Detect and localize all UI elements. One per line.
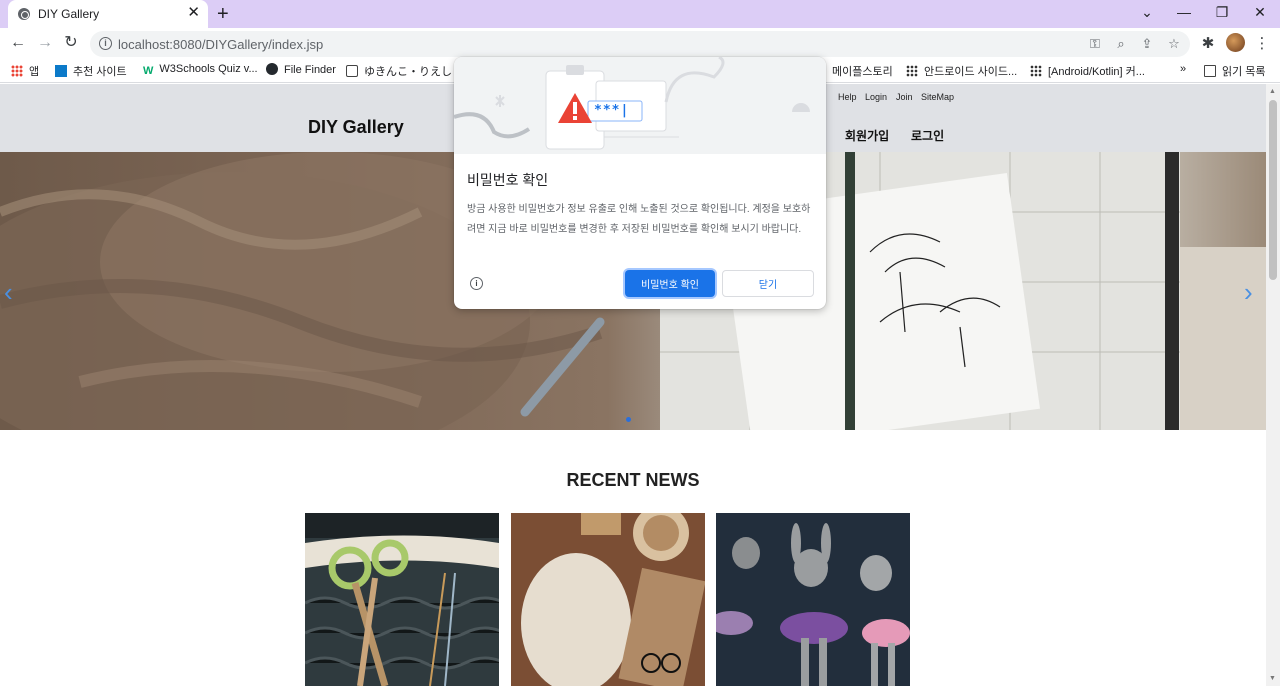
tab-search-icon[interactable]: ⌄ bbox=[1137, 4, 1157, 21]
util-link-help[interactable]: Help bbox=[838, 92, 857, 102]
carousel-next-icon[interactable]: › bbox=[1244, 277, 1253, 308]
page-scrollbar[interactable]: ▲ ▼ bbox=[1266, 84, 1280, 686]
scroll-up-icon[interactable]: ▲ bbox=[1269, 88, 1276, 95]
password-warning-illustration bbox=[454, 57, 810, 150]
zoom-icon[interactable]: ⌕ bbox=[1112, 36, 1130, 52]
news-card[interactable] bbox=[716, 513, 910, 686]
w3schools-icon: W bbox=[143, 65, 154, 77]
carousel-prev-icon[interactable]: ‹ bbox=[4, 277, 13, 308]
scroll-thumb[interactable] bbox=[1269, 100, 1277, 280]
reading-list[interactable]: 읽기 목록 bbox=[1204, 63, 1266, 79]
bookmark-android-kotlin[interactable]: [Android/Kotlin] 커... bbox=[1030, 63, 1145, 79]
github-icon bbox=[266, 63, 278, 75]
tab-close-icon[interactable]: ✕ bbox=[187, 4, 200, 22]
news-image-bunny-dolls bbox=[716, 513, 910, 686]
tv-icon bbox=[346, 65, 358, 77]
close-dialog-button[interactable]: 닫기 bbox=[722, 270, 814, 297]
bookmarks-overflow-button[interactable]: » bbox=[1180, 63, 1186, 75]
bookmark-w3schools[interactable]: W W3Schools Quiz v... bbox=[143, 63, 258, 77]
globe-icon bbox=[18, 8, 30, 20]
check-passwords-button[interactable]: 비밀번호 확인 bbox=[625, 270, 715, 297]
dialog-body: 방금 사용한 비밀번호가 정보 유출로 인해 노출된 것으로 확인됩니다. 계정… bbox=[467, 204, 811, 235]
bookmark-recommended-sites[interactable]: 추천 사이트 bbox=[55, 63, 127, 79]
util-link-login[interactable]: Login bbox=[865, 92, 887, 102]
news-image-knit-sack bbox=[511, 513, 705, 686]
back-icon[interactable]: ← bbox=[8, 34, 28, 52]
password-check-dialog: ***| 비밀번호 확인 방금 사용한 비밀번호가 정보 유출로 인해 노출된 … bbox=[454, 57, 826, 309]
extensions-icon[interactable]: ✱ bbox=[1198, 34, 1218, 52]
dialog-title: 비밀번호 확인 bbox=[467, 172, 549, 188]
reload-icon[interactable]: ↻ bbox=[61, 34, 81, 52]
info-icon[interactable]: i bbox=[470, 277, 483, 290]
url-text[interactable]: localhost:8080/DIYGallery/index.jsp bbox=[118, 37, 323, 52]
bookmark-apps[interactable]: 앱 bbox=[11, 63, 39, 79]
util-link-join[interactable]: Join bbox=[896, 92, 913, 102]
news-card[interactable] bbox=[305, 513, 499, 686]
scroll-down-icon[interactable]: ▼ bbox=[1269, 675, 1276, 682]
close-window-button[interactable]: ✕ bbox=[1250, 4, 1270, 21]
reading-list-icon bbox=[1204, 65, 1216, 77]
dots-icon bbox=[906, 65, 918, 77]
restore-button[interactable]: ❐ bbox=[1212, 4, 1232, 21]
site-info-icon[interactable]: i bbox=[99, 37, 112, 50]
browser-tab[interactable]: DIY Gallery ✕ bbox=[8, 0, 208, 28]
tab-title: DIY Gallery bbox=[38, 7, 100, 21]
apps-grid-icon bbox=[11, 65, 23, 77]
password-mask: ***| bbox=[594, 103, 630, 118]
key-icon[interactable]: ⚿ bbox=[1086, 36, 1104, 52]
dialog-illustration: ***| bbox=[454, 57, 826, 154]
carousel-indicator[interactable] bbox=[626, 417, 631, 422]
new-tab-button[interactable]: + bbox=[217, 3, 229, 25]
bookmark-star-icon[interactable]: ☆ bbox=[1165, 36, 1183, 52]
news-card[interactable] bbox=[511, 513, 705, 686]
menu-icon[interactable]: ⋮ bbox=[1252, 34, 1272, 52]
news-image-scissors bbox=[305, 513, 499, 686]
forward-icon[interactable]: → bbox=[35, 34, 55, 52]
dots-icon bbox=[1030, 65, 1042, 77]
site-logo[interactable]: DIY Gallery bbox=[308, 117, 404, 138]
bookmark-file-finder[interactable]: File Finder bbox=[266, 63, 336, 76]
browser-toolbar: ← → ↻ i localhost:8080/DIYGallery/index.… bbox=[0, 28, 1280, 59]
tab-strip: DIY Gallery ✕ + ⌄ — ❐ ✕ bbox=[0, 0, 1280, 28]
section-title: RECENT NEWS bbox=[566, 470, 700, 490]
address-bar[interactable]: i localhost:8080/DIYGallery/index.jsp ⚿ … bbox=[90, 31, 1190, 57]
bing-icon bbox=[55, 65, 67, 77]
nav-login[interactable]: 로그인 bbox=[911, 127, 944, 144]
minimize-button[interactable]: — bbox=[1174, 4, 1194, 20]
nav-signup[interactable]: 회원가입 bbox=[845, 127, 889, 144]
profile-avatar[interactable] bbox=[1226, 33, 1245, 52]
bookmark-android-side[interactable]: 안드로이드 사이드... bbox=[906, 63, 1017, 79]
share-icon[interactable]: ⇪ bbox=[1138, 36, 1156, 52]
bookmark-maplestory[interactable]: 메이플스토리 bbox=[832, 63, 893, 79]
util-link-sitemap[interactable]: SiteMap bbox=[921, 92, 954, 102]
